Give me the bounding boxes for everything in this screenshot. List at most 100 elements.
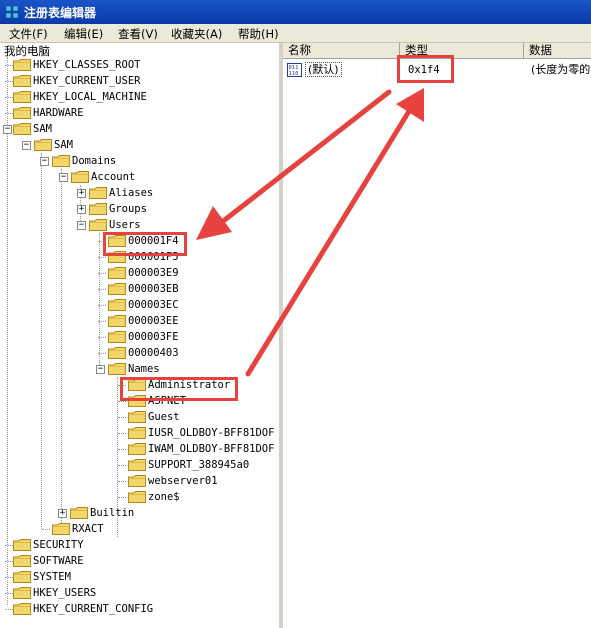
window-title: 注册表编辑器 [24,6,97,20]
folder-icon [52,523,70,535]
folder-icon [89,219,107,231]
tree-item-aliases-8[interactable]: + Aliases [0,185,279,201]
folder-icon [13,59,31,71]
tree-item-hkey-local-machine-2[interactable]: HKEY_LOCAL_MACHINE [0,89,279,105]
tree-item-label: Groups [109,203,147,215]
tree-item-webserver01-26[interactable]: webserver01 [0,473,279,489]
collapse-icon[interactable]: − [96,365,105,374]
folder-icon [13,123,31,135]
folder-icon [108,299,126,311]
tree-item-label: IUSR_OLDBOY-BFF81DOF [148,427,275,439]
folder-icon [108,283,126,295]
folder-icon [13,107,31,119]
tree-item-guest-22[interactable]: Guest [0,409,279,425]
tree-item-label: Account [91,171,136,183]
folder-icon [128,427,146,439]
tree-item-security-30[interactable]: SECURITY [0,537,279,553]
registry-tree[interactable]: 我的电脑 HKEY_CLASSES_ROOT HKEY_CURRENT_USER H… [0,43,280,628]
menu-edit[interactable]: 编辑(E) [64,26,103,42]
tree-item-000003eb-14[interactable]: 000003EB [0,281,279,297]
tree-item-zone-27[interactable]: zone$ [0,489,279,505]
collapse-icon[interactable]: − [59,173,68,182]
menu-view[interactable]: 查看(V) [118,26,158,42]
value-name[interactable]: (默认) [305,62,342,77]
expand-icon[interactable]: + [77,189,86,198]
tree-item-label: SAM [33,123,52,135]
tree-item-software-31[interactable]: SOFTWARE [0,553,279,569]
tree-item-label: HKEY_CURRENT_USER [33,75,141,87]
value-data: (长度为零的 [531,63,591,76]
tree-item-label: SYSTEM [33,571,71,583]
tree-item-rxact-29[interactable]: RXACT [0,521,279,537]
folder-icon [108,363,126,375]
tree-item-groups-9[interactable]: + Groups [0,201,279,217]
tree-item-label: SOFTWARE [33,555,84,567]
tree-item-label: 000003EC [128,299,179,311]
tree-item-sam-5[interactable]: − SAM [0,137,279,153]
expand-icon[interactable]: + [58,509,67,518]
tree-item-000003ec-15[interactable]: 000003EC [0,297,279,313]
tree-item-builtin-28[interactable]: + Builtin [0,505,279,521]
collapse-icon[interactable]: − [40,157,49,166]
tree-item-hkey-users-33[interactable]: HKEY_USERS [0,585,279,601]
tree-item-label: IWAM_OLDBOY-BFF81DOF [148,443,275,455]
tree-item-000003ee-16[interactable]: 000003EE [0,313,279,329]
tree-item-account-7[interactable]: − Account [0,169,279,185]
folder-icon [108,315,126,327]
folder-icon [108,347,126,359]
tree-item-label: Users [109,219,141,231]
tree-item-hkey-classes-root-0[interactable]: HKEY_CLASSES_ROOT [0,57,279,73]
folder-icon [13,555,31,567]
menu-favorites[interactable]: 收藏夹(A) [171,26,222,42]
tree-item-names-19[interactable]: − Names [0,361,279,377]
column-header-data[interactable]: 数据 [524,43,591,59]
folder-icon [108,331,126,343]
tree-item-hkey-current-user-1[interactable]: HKEY_CURRENT_USER [0,73,279,89]
highlight-box-000001f4 [103,232,187,256]
folder-icon [108,267,126,279]
tree-item-users-10[interactable]: − Users [0,217,279,233]
folder-icon [89,203,107,215]
menu-file[interactable]: 文件(F) [9,26,48,42]
folder-icon [71,171,89,183]
collapse-icon[interactable]: − [3,125,12,134]
tree-item-label: 000003FE [128,331,179,343]
folder-icon [128,459,146,471]
regedit-icon [5,5,19,19]
folder-icon [70,507,88,519]
tree-item-000003e9-13[interactable]: 000003E9 [0,265,279,281]
tree-item-label: RXACT [72,523,104,535]
tree-item-hkey-current-config-34[interactable]: HKEY_CURRENT_CONFIG [0,601,279,617]
folder-icon [13,603,31,615]
title-bar: 注册表编辑器 [0,0,591,24]
tree-item-label: SAM [54,139,73,151]
tree-item-domains-6[interactable]: − Domains [0,153,279,169]
tree-item-00000403-18[interactable]: 00000403 [0,345,279,361]
tree-item-iusr-oldboy-bff81dof-23[interactable]: IUSR_OLDBOY-BFF81DOF [0,425,279,441]
tree-item-label: HKEY_USERS [33,587,97,599]
tree-item-support-388945a0-25[interactable]: SUPPORT_388945a0 [0,457,279,473]
value-list[interactable]: 名称 类型 数据 011 110 (默认) 0x1f4 (长度为零的 [283,43,591,628]
tree-item-label: SUPPORT_388945a0 [148,459,250,471]
collapse-icon[interactable]: − [77,221,86,230]
menu-help[interactable]: 帮助(H) [238,26,279,42]
column-header-name[interactable]: 名称 [283,43,400,59]
tree-item-system-32[interactable]: SYSTEM [0,569,279,585]
expand-icon[interactable]: + [77,205,86,214]
tree-item-sam-4[interactable]: − SAM [0,121,279,137]
tree-item-000003fe-17[interactable]: 000003FE [0,329,279,345]
tree-item-label: HKEY_CURRENT_CONFIG [33,603,154,615]
tree-item-hardware-3[interactable]: HARDWARE [0,105,279,121]
tree-item-label: SECURITY [33,539,84,551]
folder-icon [128,475,146,487]
menu-bar: 文件(F) 编辑(E) 查看(V) 收藏夹(A) 帮助(H) [0,24,591,43]
tree-item-label: Names [128,363,160,375]
tree-item-iwam-oldboy-bff81dof-24[interactable]: IWAM_OLDBOY-BFF81DOF [0,441,279,457]
folder-icon [13,571,31,583]
tree-item-label: 00000403 [128,347,179,359]
folder-icon [13,587,31,599]
collapse-icon[interactable]: − [22,141,31,150]
tree-item-label: HKEY_CLASSES_ROOT [33,59,141,71]
tree-item-label: HARDWARE [33,107,84,119]
folder-icon [89,187,107,199]
